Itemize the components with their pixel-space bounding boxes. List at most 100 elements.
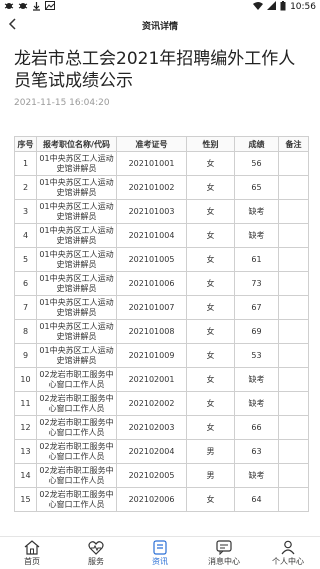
- results-table: 序号 报考职位名称/代码 准考证号 性别 成绩 备注 1 01中央苏区工人运动史馆讲解员 20…: [14, 136, 309, 512]
- table-cell: 202101003: [116, 199, 187, 224]
- tab-home[interactable]: 首页: [0, 537, 64, 569]
- table-header-cell: 性别: [186, 136, 235, 152]
- table-cell: 男: [186, 463, 235, 488]
- signal-icon: [267, 1, 277, 13]
- table-cell: 202101009: [116, 343, 187, 368]
- table-row: 5 01中央苏区工人运动史馆讲解员 202101005 女 61: [14, 247, 309, 272]
- table-cell: [278, 487, 309, 512]
- table-cell: 202102004: [116, 439, 187, 464]
- table-row: 4 01中央苏区工人运动史馆讲解员 202101004 女缺考: [14, 223, 309, 248]
- table-cell: 01中央苏区工人运动史馆讲解员: [36, 199, 117, 224]
- tab-label: 首页: [24, 556, 40, 566]
- table-row: 11 02龙岩市职工服务中心窗口工作人员 202102002 女缺考: [14, 391, 309, 416]
- bug-icon: [18, 1, 28, 14]
- table-cell: [278, 295, 309, 320]
- table-cell: 女: [186, 391, 235, 416]
- tab-profile[interactable]: 个人中心: [256, 537, 320, 569]
- table-cell: 8: [14, 319, 37, 344]
- table-cell: 1: [14, 151, 37, 176]
- message-icon: [215, 540, 233, 556]
- tab-label: 资讯: [152, 556, 168, 566]
- table-cell: 67: [234, 295, 279, 320]
- table-cell: 缺考: [234, 223, 279, 248]
- table-cell: 6: [14, 271, 37, 296]
- table-cell: 63: [234, 439, 279, 464]
- table-cell: 73: [234, 271, 279, 296]
- tab-messages[interactable]: 消息中心: [192, 537, 256, 569]
- table-header-cell: 准考证号: [116, 136, 187, 152]
- table-row: 14 02龙岩市职工服务中心窗口工作人员 202102005 男缺考: [14, 463, 309, 488]
- table-row: 15 02龙岩市职工服务中心窗口工作人员 202102006 女 64: [14, 487, 309, 512]
- table-cell: 02龙岩市职工服务中心窗口工作人员: [36, 487, 117, 512]
- table-row: 3 01中央苏区工人运动史馆讲解员 202101003 女缺考: [14, 199, 309, 224]
- nav-bar: 资讯详情: [0, 14, 320, 36]
- table-cell: 女: [186, 295, 235, 320]
- home-icon: [23, 540, 41, 556]
- table-cell: [278, 175, 309, 200]
- bug-icon: [4, 1, 14, 14]
- table-cell: 01中央苏区工人运动史馆讲解员: [36, 247, 117, 272]
- table-cell: 男: [186, 439, 235, 464]
- table-cell: 01中央苏区工人运动史馆讲解员: [36, 295, 117, 320]
- table-cell: 女: [186, 319, 235, 344]
- table-cell: 202102005: [116, 463, 187, 488]
- table-cell: 01中央苏区工人运动史馆讲解员: [36, 271, 117, 296]
- table-row: 6 01中央苏区工人运动史馆讲解员 202101006 女 73: [14, 271, 309, 296]
- table-row: 2 01中央苏区工人运动史馆讲解员 202101002 女 65: [14, 175, 309, 200]
- article-content[interactable]: 龙岩市总工会2021年招聘编外工作人员笔试成绩公示 2021-11-15 16:…: [0, 36, 320, 536]
- table-cell: 202101002: [116, 175, 187, 200]
- table-cell: 202101004: [116, 223, 187, 248]
- table-cell: 缺考: [234, 391, 279, 416]
- tab-news[interactable]: 资讯: [128, 537, 192, 569]
- table-cell: 01中央苏区工人运动史馆讲解员: [36, 223, 117, 248]
- download-icon: [32, 1, 41, 14]
- table-cell: 202101007: [116, 295, 187, 320]
- document-icon: [151, 540, 169, 556]
- table-cell: 202101001: [116, 151, 187, 176]
- bottom-tab-bar: 首页 服务 资讯 消息中心 个人中心: [0, 536, 320, 569]
- tab-label: 消息中心: [208, 556, 240, 566]
- table-cell: 202101005: [116, 247, 187, 272]
- table-cell: 12: [14, 415, 37, 440]
- table-cell: [278, 343, 309, 368]
- tab-label: 个人中心: [272, 556, 304, 566]
- table-cell: 3: [14, 199, 37, 224]
- results-table-container: 序号 报考职位名称/代码 准考证号 性别 成绩 备注 1 01中央苏区工人运动史馆讲解员 20…: [14, 136, 309, 512]
- table-cell: 202102006: [116, 487, 187, 512]
- table-cell: 01中央苏区工人运动史馆讲解员: [36, 175, 117, 200]
- table-cell: [278, 463, 309, 488]
- table-header-row: 序号 报考职位名称/代码 准考证号 性别 成绩 备注: [14, 136, 309, 152]
- table-cell: 53: [234, 343, 279, 368]
- back-button[interactable]: [6, 17, 20, 31]
- tab-service[interactable]: 服务: [64, 537, 128, 569]
- table-cell: 9: [14, 343, 37, 368]
- table-cell: 202101006: [116, 271, 187, 296]
- table-cell: 女: [186, 271, 235, 296]
- table-cell: 02龙岩市职工服务中心窗口工作人员: [36, 391, 117, 416]
- table-cell: 缺考: [234, 463, 279, 488]
- table-cell: [278, 247, 309, 272]
- table-cell: [278, 199, 309, 224]
- table-cell: 01中央苏区工人运动史馆讲解员: [36, 343, 117, 368]
- table-row: 1 01中央苏区工人运动史馆讲解员 202101001 女 56: [14, 151, 309, 176]
- table-cell: 女: [186, 199, 235, 224]
- table-cell: 02龙岩市职工服务中心窗口工作人员: [36, 415, 117, 440]
- table-cell: [278, 367, 309, 392]
- table-cell: 66: [234, 415, 279, 440]
- table-cell: 02龙岩市职工服务中心窗口工作人员: [36, 367, 117, 392]
- table-cell: 女: [186, 487, 235, 512]
- table-row: 7 01中央苏区工人运动史馆讲解员 202101007 女 67: [14, 295, 309, 320]
- table-cell: [278, 151, 309, 176]
- table-header-cell: 序号: [14, 136, 37, 152]
- table-cell: 女: [186, 151, 235, 176]
- wifi-icon: [253, 1, 264, 13]
- table-cell: 缺考: [234, 199, 279, 224]
- table-cell: 01中央苏区工人运动史馆讲解员: [36, 151, 117, 176]
- table-cell: 女: [186, 223, 235, 248]
- person-icon: [279, 540, 297, 556]
- table-cell: 202101008: [116, 319, 187, 344]
- heart-pulse-icon: [87, 540, 105, 556]
- table-cell: 女: [186, 415, 235, 440]
- table-row: 9 01中央苏区工人运动史馆讲解员 202101009 女 53: [14, 343, 309, 368]
- table-cell: 56: [234, 151, 279, 176]
